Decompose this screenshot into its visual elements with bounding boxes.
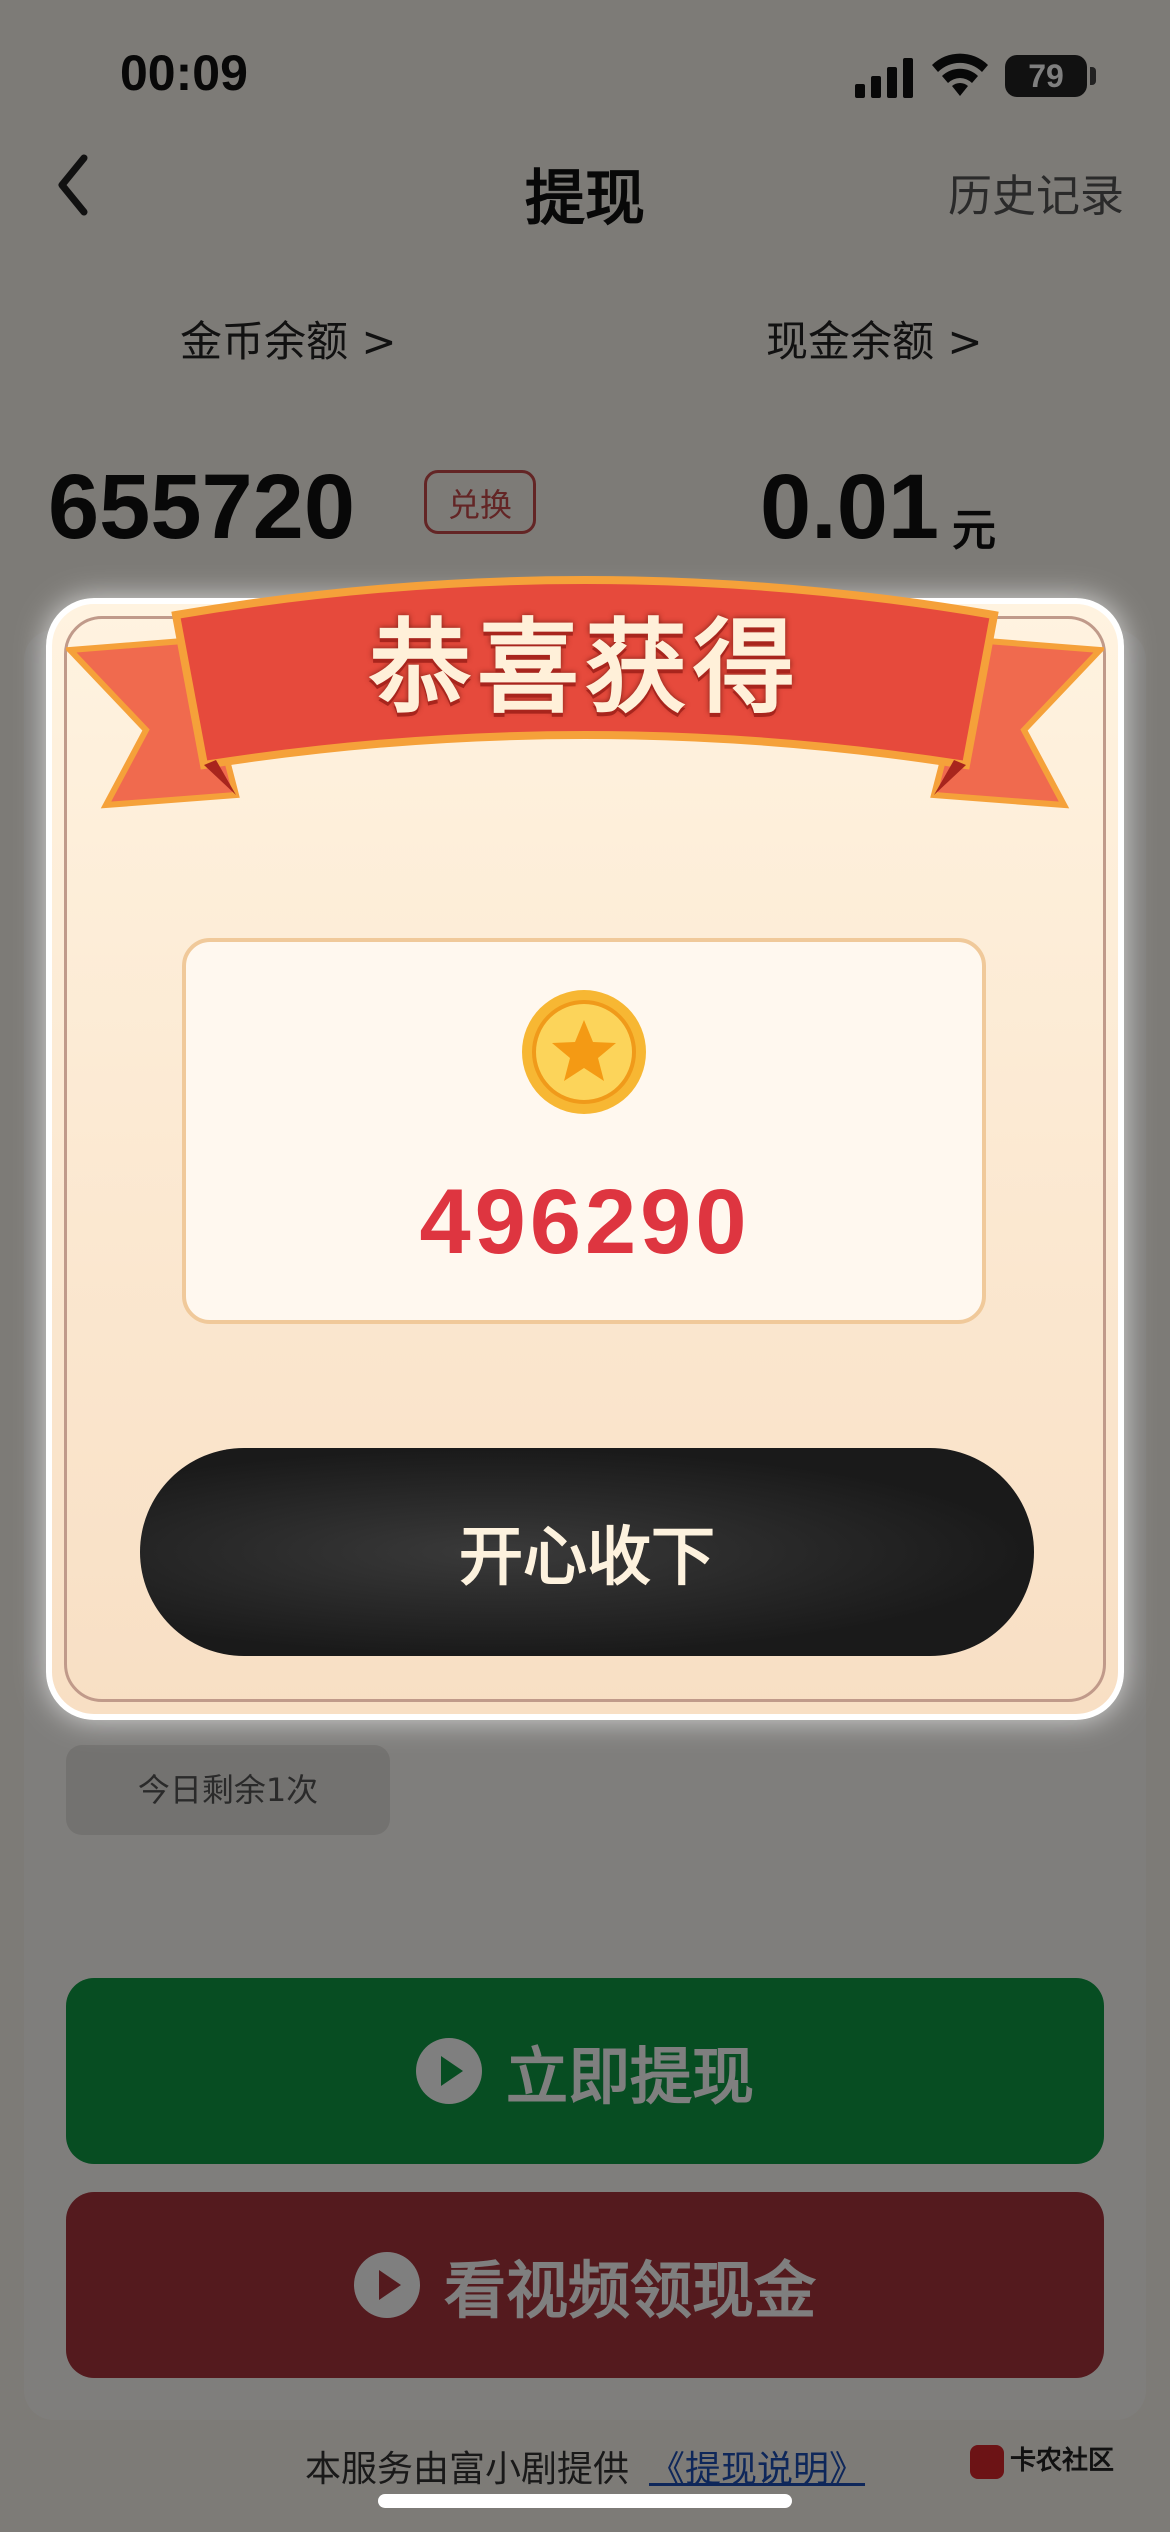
prize-amount: 496290 xyxy=(419,1171,751,1273)
accept-button[interactable]: 开心收下 xyxy=(140,1448,1034,1656)
home-indicator[interactable] xyxy=(378,2494,792,2508)
modal-title: 恭喜获得 xyxy=(369,609,801,728)
coin-star-icon xyxy=(522,990,646,1114)
accept-label: 开心收下 xyxy=(459,1521,715,1595)
